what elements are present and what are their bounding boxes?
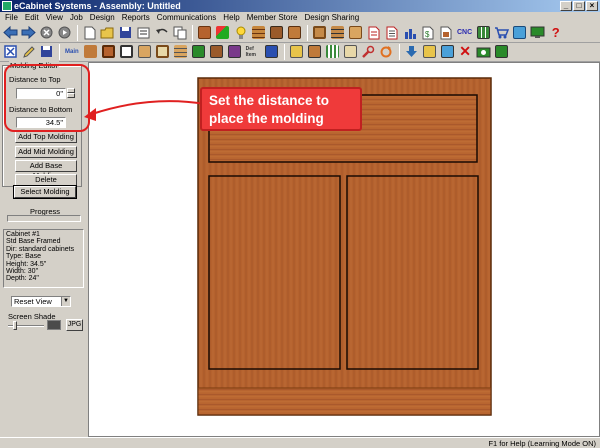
callout-box: Set the distance to place the molding [200, 87, 362, 131]
callout-line-2: place the molding [209, 111, 324, 126]
callout-arrow [84, 100, 206, 121]
callout-line-1: Set the distance to [209, 93, 330, 108]
